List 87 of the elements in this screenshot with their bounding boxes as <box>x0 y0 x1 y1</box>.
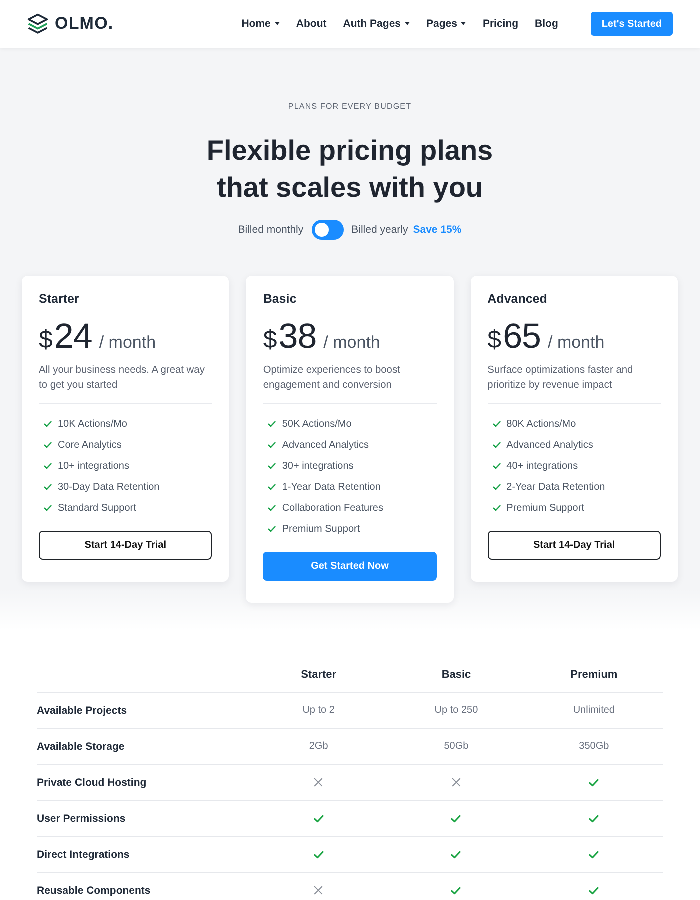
discount-text: Save 15% <box>413 224 462 236</box>
nav-link[interactable]: Blog <box>535 18 558 30</box>
price-amount: $24 <box>39 317 92 358</box>
row-label: User Permissions <box>37 812 127 826</box>
nav-link[interactable]: Auth Pages <box>343 18 410 30</box>
check-icon <box>268 420 276 428</box>
plan-description: All your business needs. A great way to get you started <box>39 364 206 392</box>
column-header: Basic <box>442 668 472 680</box>
table-cell: Unlimited <box>573 704 615 718</box>
nav-link[interactable]: About <box>296 18 327 30</box>
row-label: Reusable Components <box>37 884 152 898</box>
check-icon <box>314 814 324 822</box>
billing-label: Billed monthly <box>238 224 304 236</box>
check-icon <box>451 886 462 894</box>
nav-link[interactable]: Pages <box>426 18 466 30</box>
table-cell: Up to 2 <box>302 704 335 718</box>
check-icon <box>44 484 52 490</box>
table-cell: 2Gb <box>309 740 328 754</box>
check-icon <box>492 504 501 512</box>
pricing-heading: Flexible pricing plans that scales with you <box>206 134 494 205</box>
feature-text: 50K Actions/Mo <box>282 418 352 430</box>
plan-name: Basic <box>263 292 298 306</box>
price-amount: $65 <box>488 317 541 358</box>
check-icon <box>589 814 600 822</box>
check-icon <box>492 442 501 448</box>
nav-link[interactable]: Pricing <box>482 18 519 30</box>
cross-icon <box>314 886 324 895</box>
layers-icon <box>27 13 49 35</box>
price-period: / month <box>99 332 156 354</box>
check-icon <box>492 420 501 428</box>
check-icon <box>44 504 52 512</box>
row-label: Available Storage <box>37 740 126 754</box>
check-icon <box>451 850 462 858</box>
feature-text: 10K Actions/Mo <box>58 418 128 430</box>
check-icon <box>492 484 501 490</box>
check-icon <box>268 484 276 490</box>
price-period: / month <box>324 332 380 354</box>
check-icon <box>268 504 276 512</box>
table-cell: Up to 250 <box>434 704 478 718</box>
table-cell: 350Gb <box>579 740 610 754</box>
check-icon <box>589 778 600 786</box>
price-amount: $38 <box>263 317 317 358</box>
check-icon <box>451 814 462 822</box>
billing-toggle[interactable] <box>312 220 344 240</box>
eyebrow-text: PLANS FOR EVERY BUDGET <box>287 101 413 113</box>
plan-button[interactable]: Start 14-Day Trial <box>488 531 661 560</box>
feature-text: 30-Day Data Retention <box>58 482 160 492</box>
feature-text: Advanced Analytics <box>282 440 370 450</box>
check-icon <box>589 886 600 894</box>
price-period: / month <box>548 332 605 354</box>
cross-icon <box>452 778 461 787</box>
nav-link[interactable]: Home <box>242 18 280 30</box>
plan-description: Optimize experiences to boost engagement and conversion <box>263 364 402 392</box>
column-header: Premium <box>570 668 618 680</box>
feature-text: 1-Year Data Retention <box>282 482 381 492</box>
feature-text: 30+ integrations <box>282 460 354 472</box>
column-header: Starter <box>301 668 337 680</box>
check-icon <box>492 462 501 470</box>
feature-text: 40+ integrations <box>506 460 578 472</box>
table-cell: 50Gb <box>444 740 469 754</box>
check-icon <box>44 442 52 448</box>
feature-text: Standard Support <box>58 502 136 514</box>
feature-text: Premium Support <box>506 502 584 514</box>
feature-text: Premium Support <box>282 524 360 534</box>
plan-name: Advanced <box>488 292 548 306</box>
feature-text: Advanced Analytics <box>506 440 594 450</box>
plan-button[interactable]: Start 14-Day Trial <box>39 531 212 560</box>
check-icon <box>589 850 600 858</box>
check-icon <box>268 526 276 532</box>
feature-text: Collaboration Features <box>282 502 384 514</box>
billing-label: Billed yearly <box>352 224 408 236</box>
row-label: Available Projects <box>37 704 128 718</box>
check-icon <box>44 462 52 470</box>
logo-text[interactable]: OLMO. <box>55 14 114 34</box>
plan-description: Surface optimizations faster and prioritize by revenue impact <box>488 364 634 392</box>
feature-text: 2-Year Data Retention <box>506 482 606 492</box>
check-icon <box>44 420 52 428</box>
feature-text: 10+ integrations <box>58 460 130 472</box>
check-icon <box>268 462 276 470</box>
feature-text: Core Analytics <box>58 440 122 450</box>
check-icon <box>314 850 324 858</box>
check-icon <box>268 442 276 448</box>
plan-name: Starter <box>39 292 80 306</box>
feature-text: 80K Actions/Mo <box>506 418 576 430</box>
cross-icon <box>314 778 324 787</box>
row-label: Private Cloud Hosting <box>37 776 148 790</box>
row-label: Direct Integrations <box>37 848 131 862</box>
